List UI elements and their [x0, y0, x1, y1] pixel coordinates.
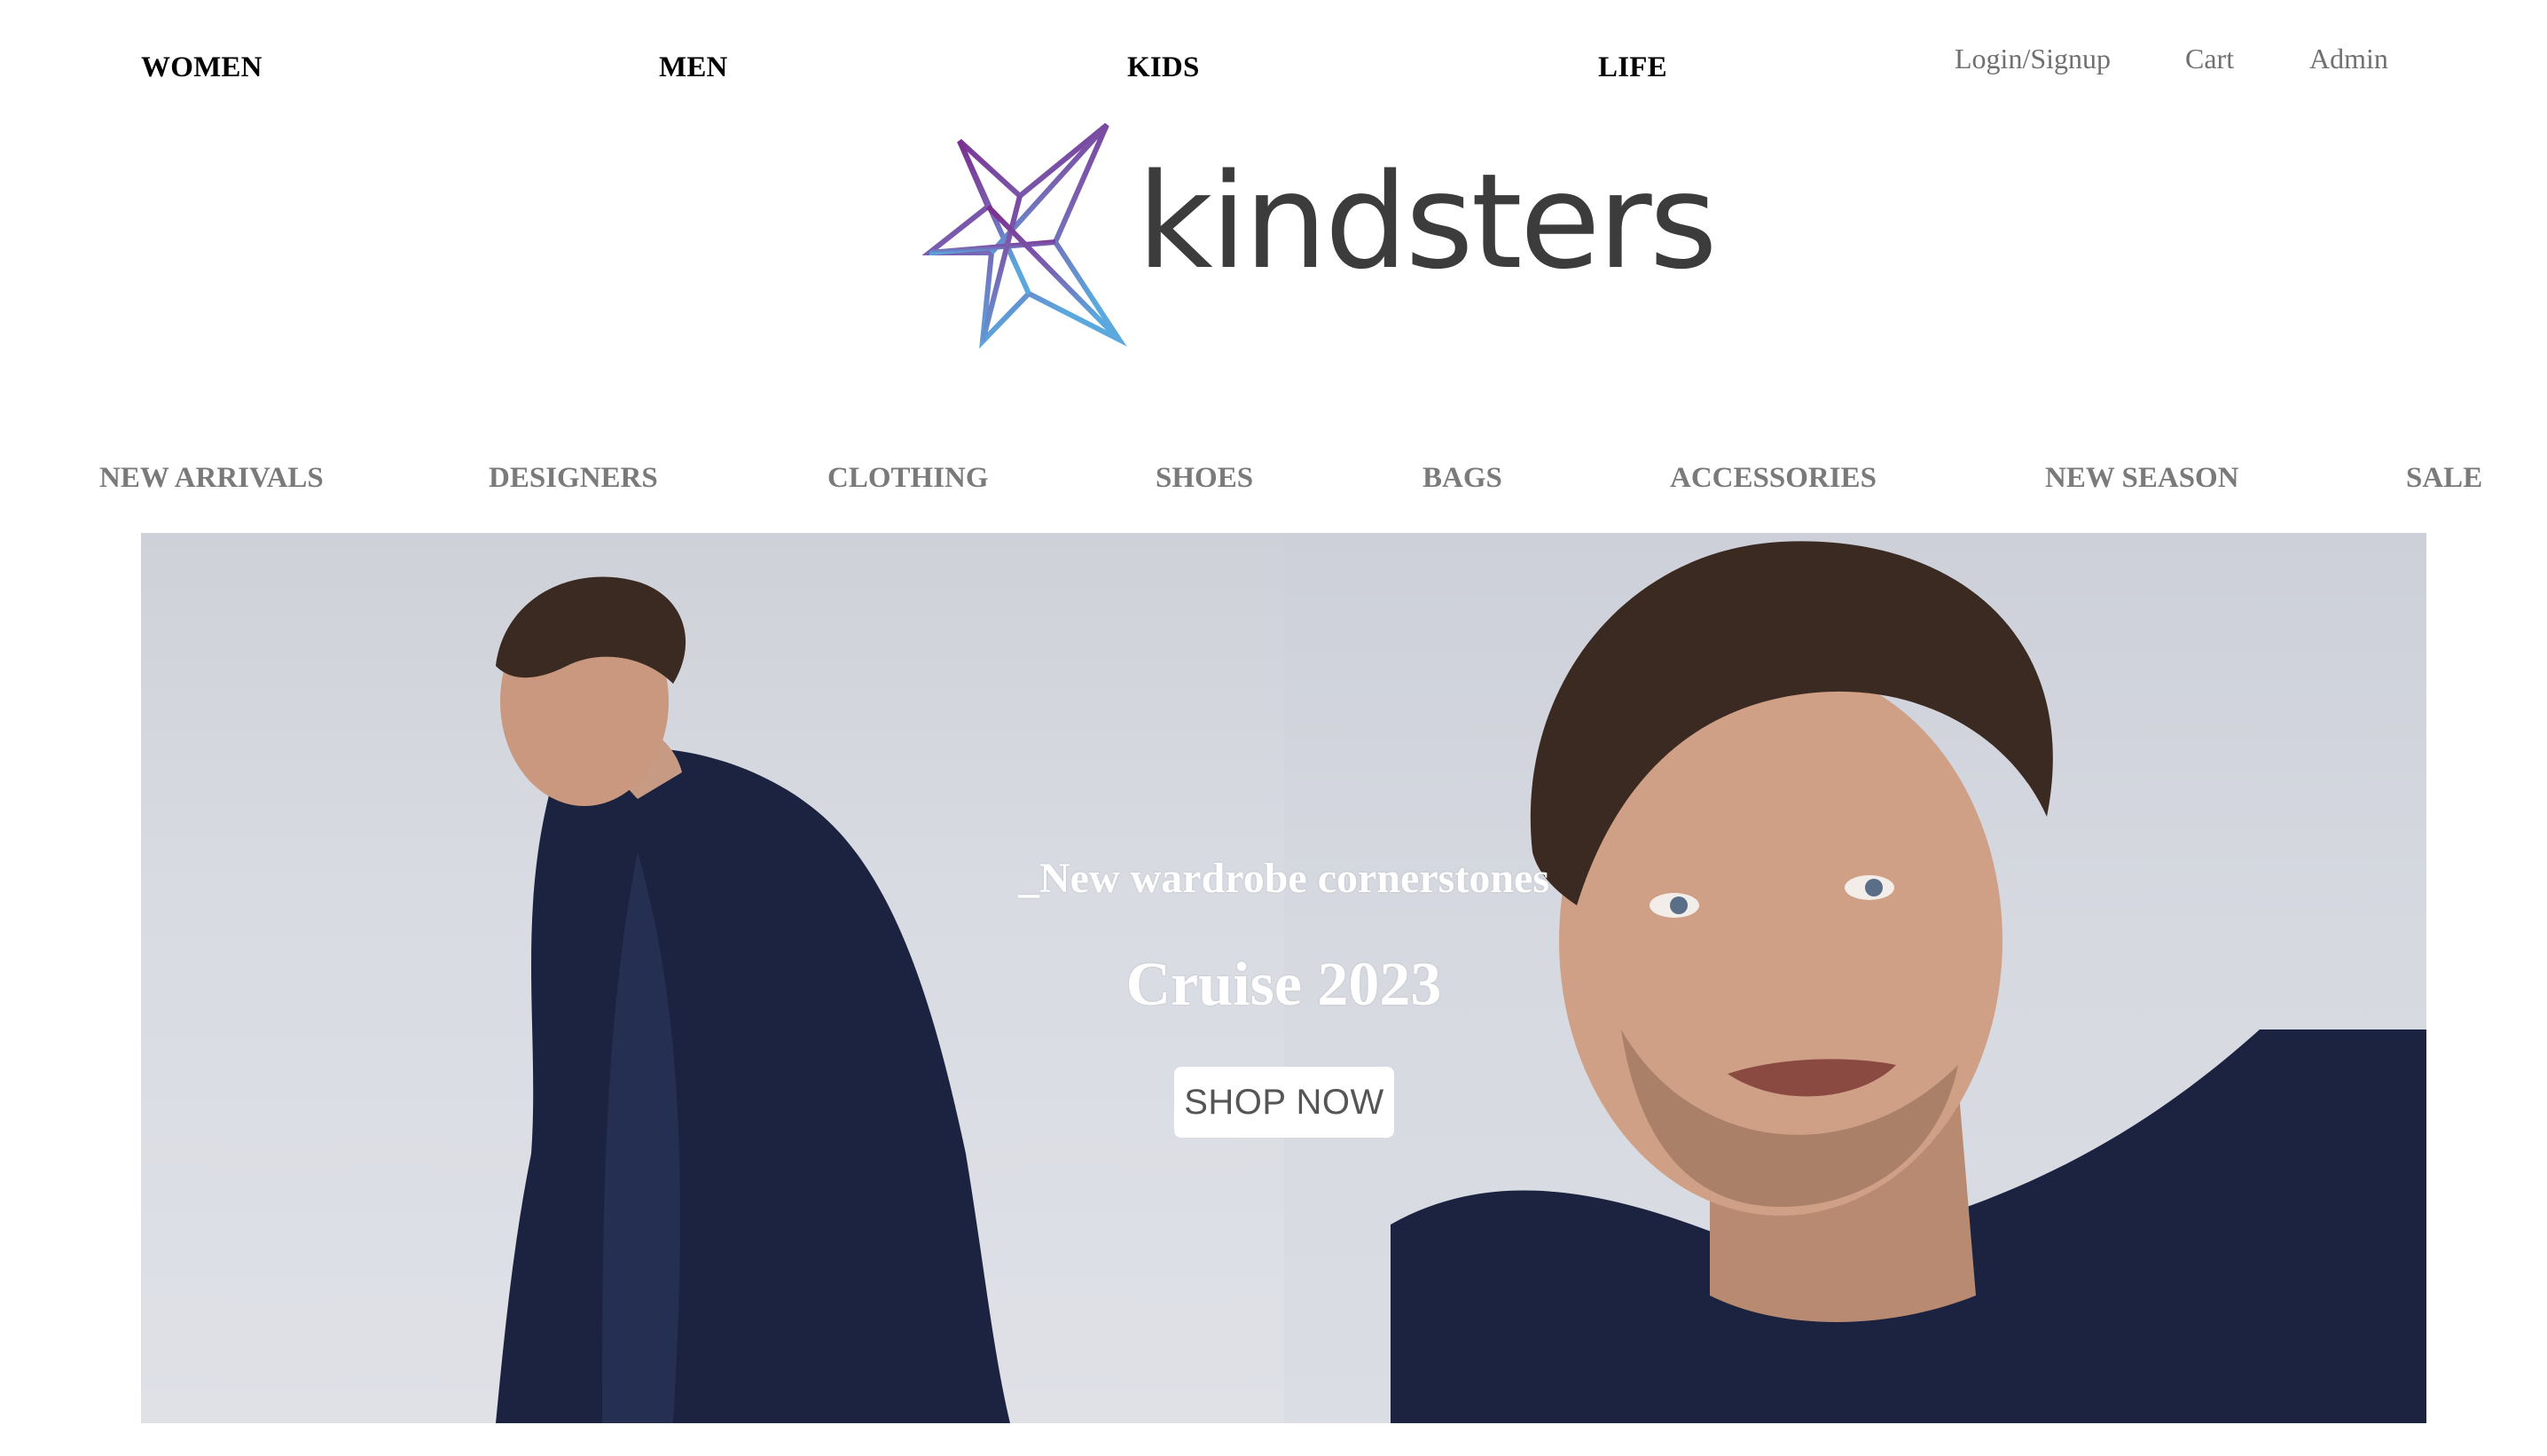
- category-bags[interactable]: BAGS: [1422, 462, 1502, 495]
- nav-life[interactable]: LIFE: [1598, 51, 1667, 84]
- login-signup-link[interactable]: Login/Signup: [1955, 43, 2111, 75]
- category-new-season[interactable]: NEW SEASON: [2045, 462, 2239, 495]
- hero-title: Cruise 2023: [1125, 951, 1442, 1019]
- top-nav: WOMEN MEN KIDS LIFE Login/Signup Cart Ad…: [0, 0, 2547, 115]
- nav-men[interactable]: MEN: [659, 51, 728, 84]
- admin-link[interactable]: Admin: [2309, 43, 2388, 75]
- star-logo-icon: [922, 122, 1127, 349]
- category-shoes[interactable]: SHOES: [1156, 462, 1253, 495]
- category-designers[interactable]: DESIGNERS: [489, 462, 658, 495]
- category-accessories[interactable]: ACCESSORIES: [1670, 462, 1877, 495]
- category-nav: NEW ARRIVALS DESIGNERS CLOTHING SHOES BA…: [0, 448, 2547, 510]
- hero-banner[interactable]: _New wardrobe cornerstones Cruise 2023 S…: [141, 533, 2426, 1423]
- brand-wordmark: kindsters: [1137, 145, 1718, 298]
- category-new-arrivals[interactable]: NEW ARRIVALS: [99, 462, 324, 495]
- nav-kids[interactable]: KIDS: [1127, 51, 1200, 84]
- nav-women[interactable]: WOMEN: [141, 51, 263, 84]
- shop-now-button[interactable]: SHOP NOW: [1174, 1067, 1394, 1138]
- cart-link[interactable]: Cart: [2185, 43, 2234, 75]
- hero-subtitle: _New wardrobe cornerstones: [1018, 855, 1549, 902]
- page: WOMEN MEN KIDS LIFE Login/Signup Cart Ad…: [0, 0, 2547, 1456]
- category-clothing[interactable]: CLOTHING: [827, 462, 989, 495]
- category-sale[interactable]: SALE: [2406, 462, 2482, 495]
- brand-logo[interactable]: kindsters: [922, 115, 1718, 355]
